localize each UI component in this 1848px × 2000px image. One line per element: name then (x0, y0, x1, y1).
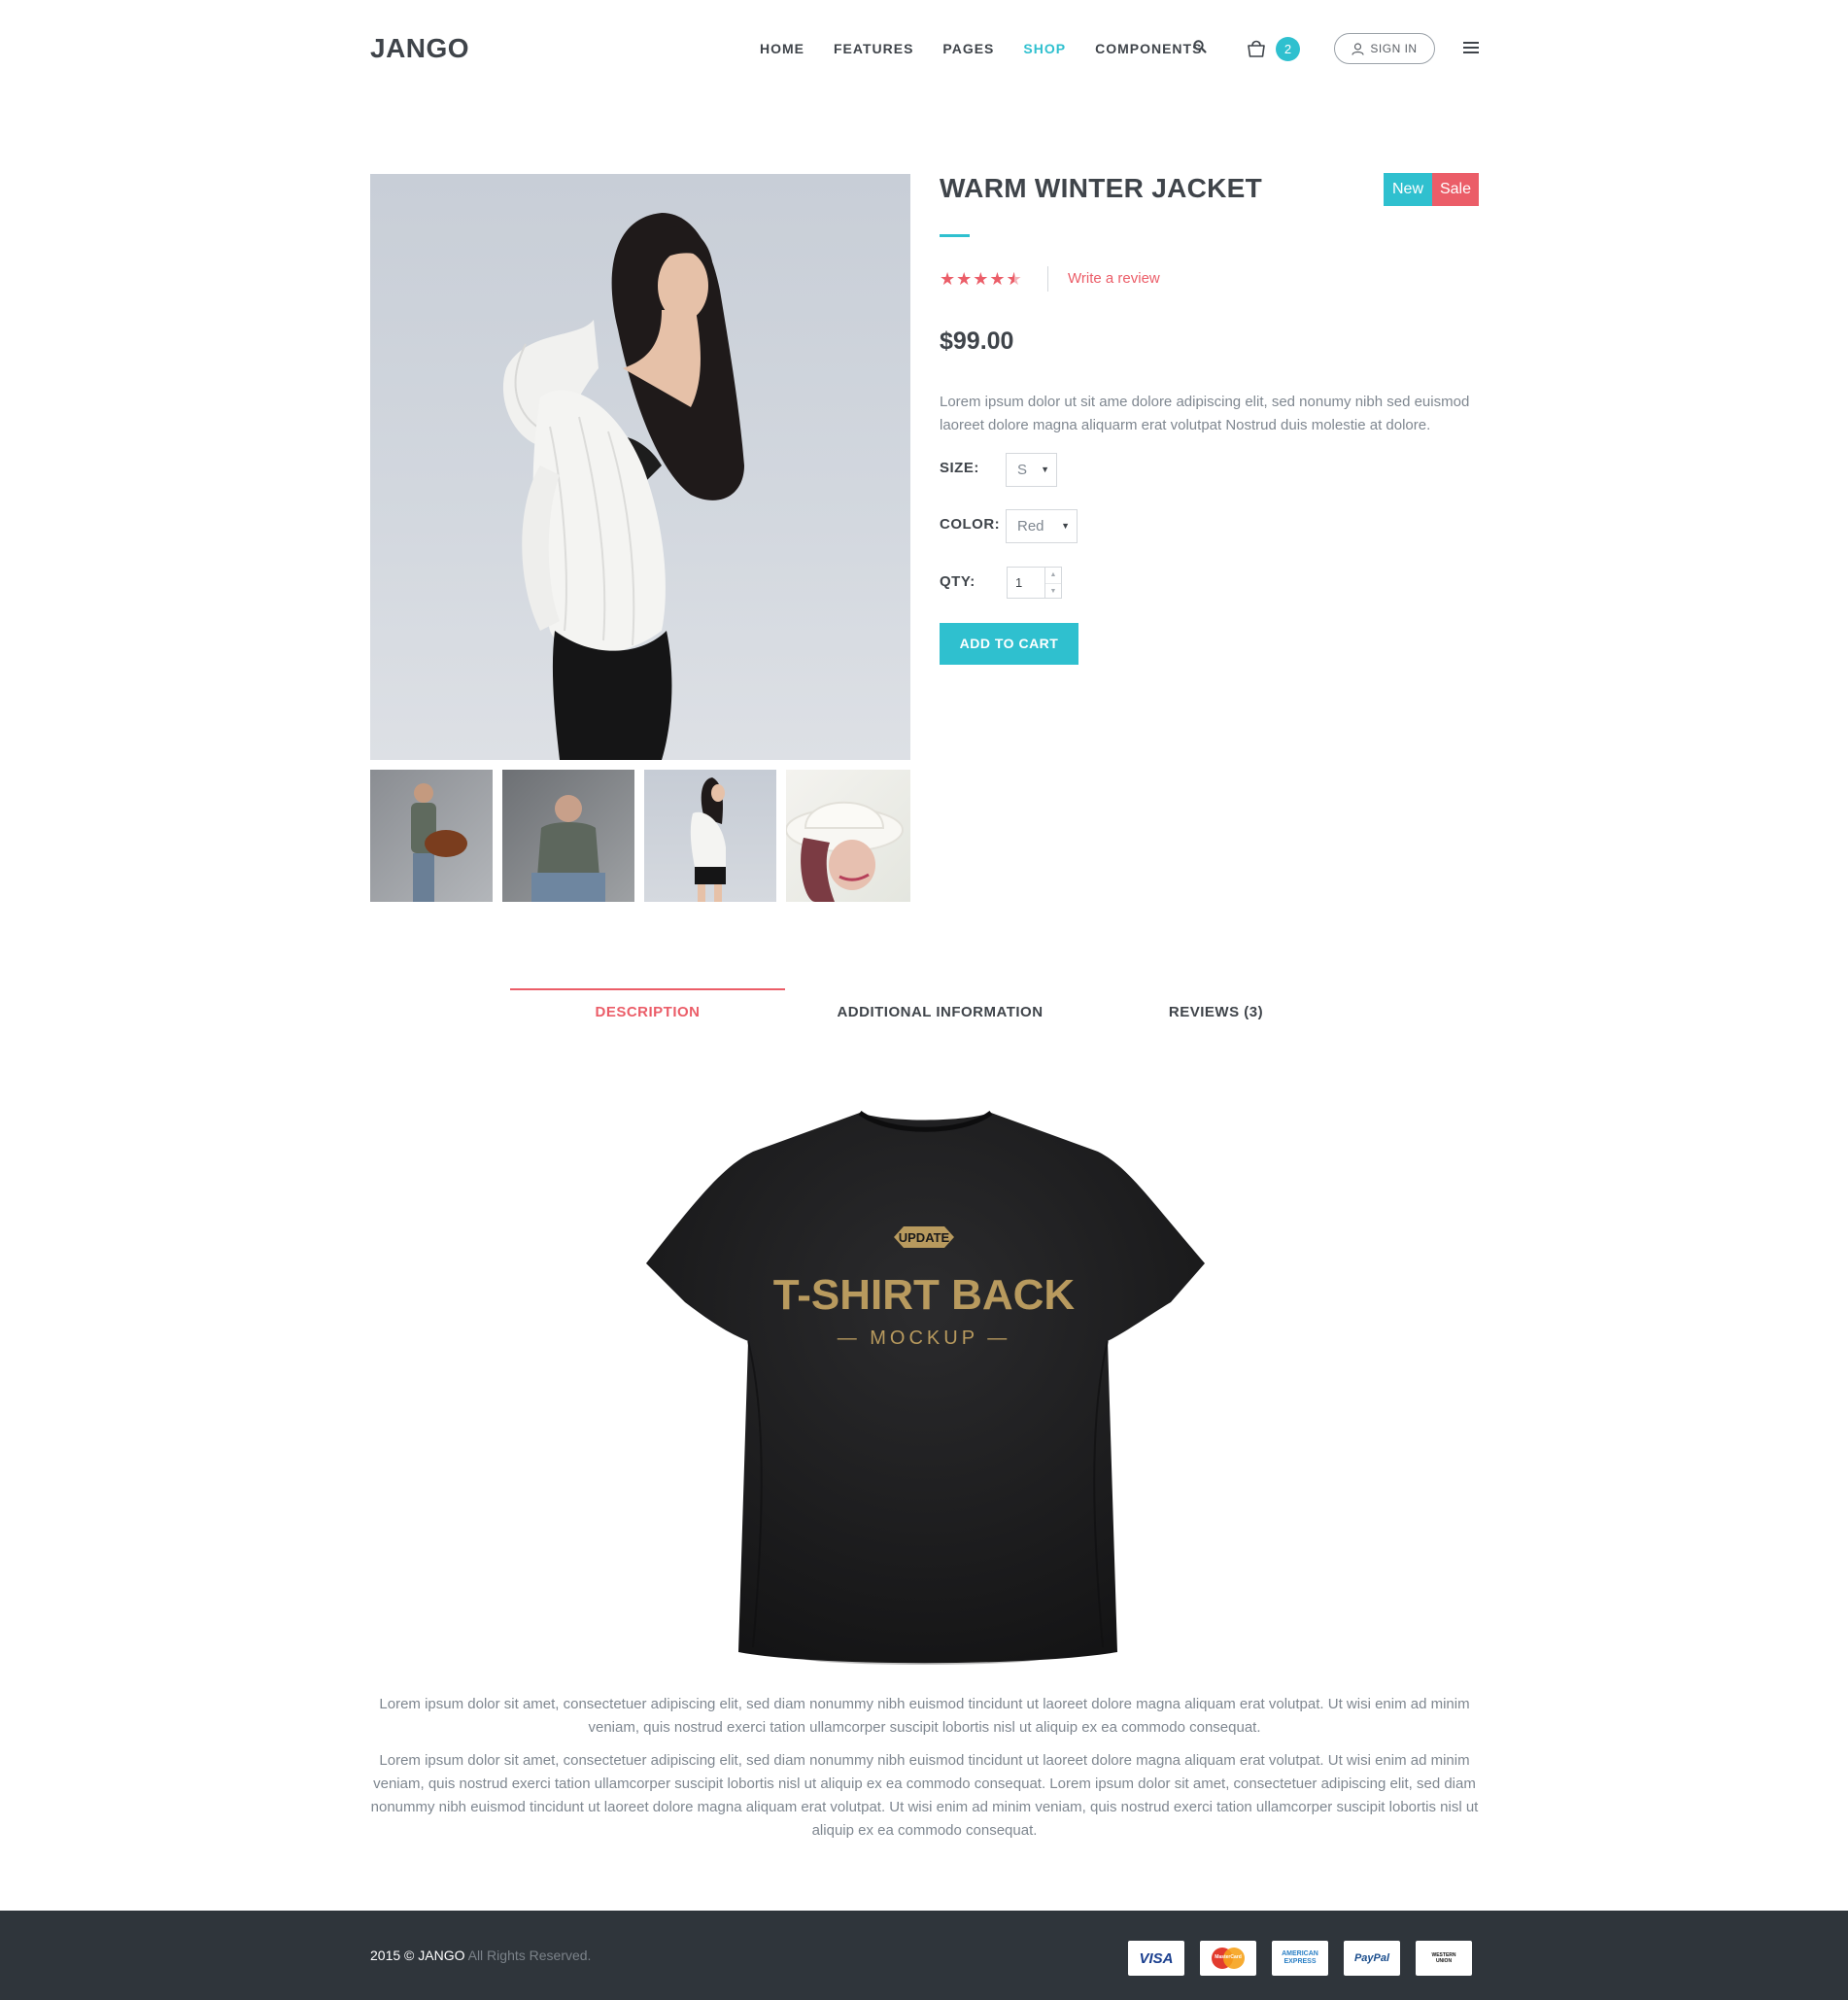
tshirt-title-text: T-SHIRT BACK (773, 1271, 1076, 1319)
product-rating: ★ ★ ★ ★ ★ ★ (940, 268, 1023, 290)
badge-new: New (1384, 173, 1432, 206)
site-header: JANGO HOME FEATURES PAGES SHOP COMPONENT… (0, 0, 1848, 97)
tab-reviews[interactable]: REVIEWS (3) (1093, 988, 1339, 1037)
main-nav: HOME FEATURES PAGES SHOP COMPONENTS (760, 0, 1231, 97)
color-select[interactable]: Red ▼ (1006, 509, 1078, 543)
color-value: Red (1017, 518, 1044, 534)
qty-increment-icon[interactable]: ▲ (1045, 568, 1061, 583)
nav-shop[interactable]: SHOP (1023, 41, 1066, 56)
thumbnail-4[interactable] (786, 770, 910, 902)
rating-divider (1047, 266, 1048, 292)
thumbnail-1[interactable] (370, 770, 493, 902)
chevron-down-icon: ▼ (1041, 465, 1049, 474)
star-half-icon: ★ ★ (1006, 268, 1022, 289)
tab-description[interactable]: DESCRIPTION (510, 988, 785, 1037)
product-price: $99.00 (940, 328, 1014, 355)
title-underline (940, 234, 970, 237)
qty-label: QTY: (940, 573, 975, 590)
signin-button[interactable]: SIGN IN (1334, 33, 1435, 64)
thumbnail-3[interactable] (644, 770, 776, 902)
description-paragraph-2: Lorem ipsum dolor sit amet, consectetuer… (370, 1752, 1479, 1839)
qty-stepper[interactable]: ▲ ▼ (1045, 567, 1062, 599)
add-to-cart-button[interactable]: ADD TO CART (940, 623, 1078, 665)
nav-features[interactable]: FEATURES (834, 41, 913, 56)
cart-count-badge: 2 (1276, 37, 1300, 61)
badge-sale: Sale (1432, 173, 1479, 206)
nav-pages[interactable]: PAGES (942, 41, 994, 56)
product-title: WARM WINTER JACKET (940, 173, 1263, 203)
western-union-card-icon: WESTERN UNION (1416, 1941, 1472, 1976)
star-icon: ★ (940, 268, 956, 289)
thumbnail-2[interactable] (502, 770, 634, 902)
amex-card-icon: AMERICAN EXPRESS (1272, 1941, 1328, 1976)
description-paragraph-1: Lorem ipsum dolor sit amet, consectetuer… (379, 1696, 1470, 1736)
nav-home[interactable]: HOME (760, 41, 804, 56)
tshirt-mockup-image: UPDATE T-SHIRT BACK — MOCKUP — (641, 1108, 1207, 1672)
site-logo[interactable]: JANGO (370, 33, 469, 64)
size-select[interactable]: S ▼ (1006, 453, 1057, 487)
product-thumbnails (370, 770, 910, 902)
size-label: SIZE: (940, 460, 979, 476)
qty-input[interactable]: 1 (1007, 567, 1045, 599)
tshirt-badge-text: UPDATE (899, 1230, 950, 1245)
product-description: Lorem ipsum dolor ut sit ame dolore adip… (940, 394, 1470, 433)
copyright-year: 2015 © (370, 1948, 415, 1963)
paypal-card-icon: PayPal (1344, 1941, 1400, 1976)
qty-decrement-icon[interactable]: ▼ (1045, 583, 1061, 599)
visa-card-icon: VISA (1128, 1941, 1184, 1976)
star-icon: ★ (989, 268, 1006, 289)
copyright-rights: All Rights Reserved. (467, 1948, 592, 1963)
size-value: S (1017, 462, 1028, 478)
chevron-down-icon: ▼ (1061, 521, 1070, 531)
star-icon: ★ (956, 268, 973, 289)
color-label: COLOR: (940, 516, 1001, 533)
nav-components[interactable]: COMPONENTS (1095, 41, 1202, 56)
mastercard-icon: MasterCard (1200, 1941, 1256, 1976)
tshirt-subtitle-text: — MOCKUP — (838, 1328, 1011, 1349)
user-icon (1352, 42, 1365, 55)
payment-methods: VISA MasterCard AMERICAN EXPRESS PayPal … (1128, 1941, 1488, 1976)
tab-additional-information[interactable]: ADDITIONAL INFORMATION (787, 988, 1093, 1037)
copyright-brand: JANGO (418, 1948, 465, 1963)
product-main-image[interactable] (370, 174, 910, 760)
cart-button[interactable]: 2 (1246, 35, 1304, 62)
write-review-link[interactable]: Write a review (1068, 270, 1160, 287)
copyright: 2015 © JANGO All Rights Reserved. (370, 1948, 591, 1963)
site-footer: 2015 © JANGO All Rights Reserved. VISA M… (0, 1911, 1848, 2000)
signin-label: SIGN IN (1370, 42, 1418, 55)
cart-icon (1248, 40, 1265, 57)
menu-icon[interactable] (1463, 39, 1481, 58)
star-icon: ★ (973, 268, 989, 289)
search-icon[interactable] (1192, 39, 1212, 58)
